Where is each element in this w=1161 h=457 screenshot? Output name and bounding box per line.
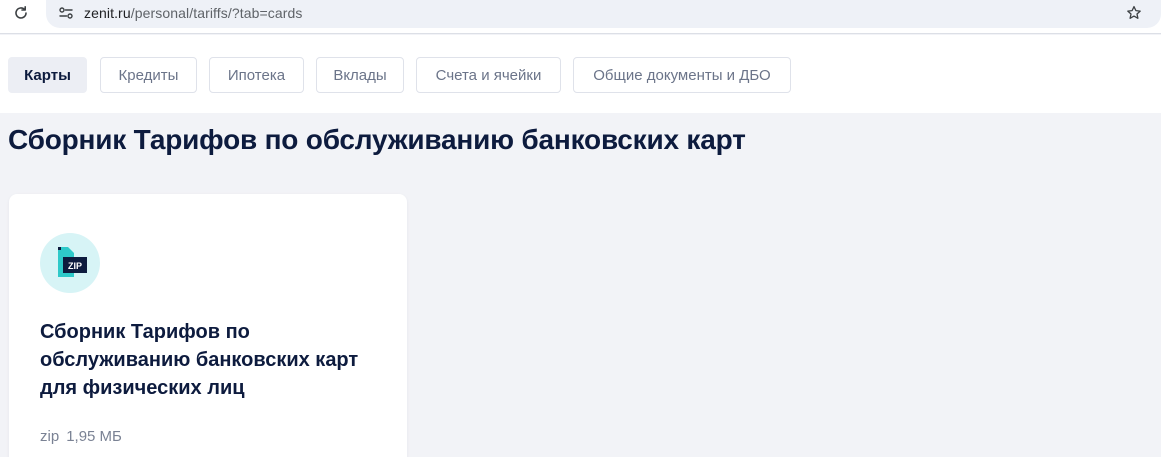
url-text[interactable]: zenit.ru/personal/tariffs/?tab=cards [84,5,303,21]
category-tabs: Карты Кредиты Ипотека Вклады Счета и яче… [0,35,1161,113]
url-path: /personal/tariffs/?tab=cards [130,5,303,21]
document-card[interactable]: ZIP Сборник Тарифов по обслуживанию банк… [9,194,407,457]
file-type: zip [40,428,60,445]
tab-credits[interactable]: Кредиты [100,57,197,93]
file-size: 1,95 МБ [66,428,122,445]
address-bar[interactable]: zenit.ru/personal/tariffs/?tab=cards [46,0,1161,28]
reload-icon[interactable] [12,4,30,22]
document-title[interactable]: Сборник Тарифов по обслуживанию банковск… [40,318,380,402]
tab-mortgage[interactable]: Ипотека [209,57,304,93]
url-host: zenit.ru [84,5,131,21]
zip-badge-text: ZIP [68,261,82,271]
tab-accounts-cells[interactable]: Счета и ячейки [416,57,561,93]
tab-deposits[interactable]: Вклады [316,57,404,93]
bookmark-star-icon[interactable] [1125,4,1143,22]
page-title: Сборник Тарифов по обслуживанию банковск… [8,124,746,155]
browser-bar: zenit.ru/personal/tariffs/?tab=cards [0,0,1161,34]
zip-file-icon: ZIP [40,233,100,293]
site-info-icon[interactable] [58,5,74,21]
tab-cards[interactable]: Карты [8,57,87,93]
document-meta: zip 1,95 МБ [40,428,122,445]
tab-general-docs[interactable]: Общие документы и ДБО [573,57,791,93]
